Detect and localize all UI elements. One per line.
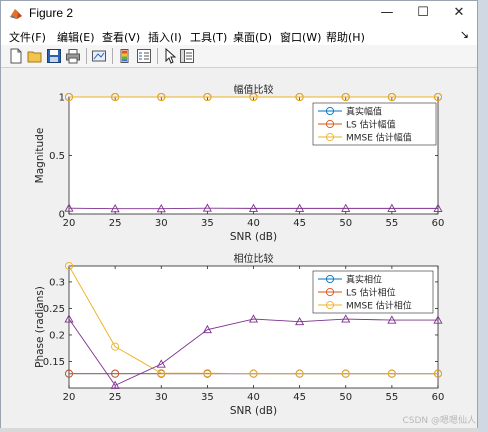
chart-1: 幅值比较20 25 30 35 40 45 50 55 6000.51SNR (dB)Magni… — [34, 83, 444, 243]
window-title: Figure 2 — [29, 6, 74, 20]
new-figure-icon[interactable] — [8, 48, 24, 64]
x-tick-label: 25 — [109, 218, 122, 229]
chart-title: 幅值比较 — [234, 83, 274, 96]
legend-entry: MMSE 估计幅值 — [346, 132, 412, 144]
legend: 真实相位LS 估计相位MMSE 估计相位 — [312, 270, 434, 314]
x-tick-label: 50 — [339, 392, 352, 403]
maximize-button[interactable]: ☐ — [405, 1, 441, 27]
x-tick-label: 50 — [339, 218, 352, 229]
menu-overflow-arrow-icon[interactable]: ↘ — [460, 28, 469, 41]
y-tick-label: 0 — [59, 210, 65, 221]
x-axis-label: SNR (dB) — [230, 405, 277, 417]
x-tick-label: 35 — [201, 218, 214, 229]
x-tick-label: 30 — [155, 218, 168, 229]
y-tick-label: 0.2 — [49, 330, 65, 341]
pointer-icon[interactable] — [162, 48, 178, 64]
toolbar — [1, 45, 477, 68]
x-tick-label: 45 — [293, 218, 306, 229]
menu-insert[interactable]: 插入(I) — [148, 29, 182, 45]
chart-title: 相位比较 — [234, 252, 274, 265]
legend-entry: 真实相位 — [346, 274, 382, 286]
x-tick-label: 40 — [247, 218, 260, 229]
watermark-text: CSDN @嗯嗯仙人 — [402, 416, 476, 426]
figure-plots: 幅值比较 20 25 30 35 40 45 50 55 60 0 0.5 1 SNR (dB) Magni… — [34, 83, 444, 417]
legend-entry: MMSE 估计相位 — [346, 300, 412, 312]
y-axis-label: Phase (radians) — [34, 286, 46, 368]
menu-bar: 文件(F) 编辑(E) 查看(V) 插入(I) 工具(T) 桌面(D) 窗口(W… — [1, 27, 477, 45]
legend: 真实幅值LS 估计幅值MMSE 估计幅值 — [312, 102, 437, 146]
figure-window: Figure 2 — ☐ ✕ 文件(F) 编辑(E) 查看(V) 插入(I) 工… — [0, 0, 478, 428]
y-tick-label: 1 — [59, 93, 65, 104]
x-tick-label: 30 — [155, 392, 168, 403]
matlab-icon — [10, 9, 22, 19]
menu-edit[interactable]: 编辑(E) — [57, 29, 95, 45]
x-tick-label: 60 — [432, 392, 445, 403]
x-tick-label: 60 — [432, 218, 445, 229]
close-button[interactable]: ✕ — [441, 1, 477, 27]
property-inspector-icon[interactable] — [179, 48, 195, 64]
legend-entry: 真实幅值 — [346, 106, 382, 118]
menu-help[interactable]: 帮助(H) — [326, 29, 365, 45]
x-tick-label: 55 — [386, 392, 399, 403]
legend-entry: LS 估计相位 — [346, 287, 396, 299]
save-icon[interactable] — [46, 48, 62, 64]
insert-colorbar-icon[interactable] — [117, 48, 133, 64]
y-tick-label: 0.5 — [49, 151, 65, 162]
menu-view[interactable]: 查看(V) — [102, 29, 140, 45]
x-tick-label: 45 — [293, 392, 306, 403]
y-tick-label: 0.3 — [49, 277, 65, 288]
x-tick-label: 40 — [247, 392, 260, 403]
print-icon[interactable] — [65, 48, 81, 64]
x-tick-label: 20 — [63, 392, 76, 403]
legend-entry: LS 估计幅值 — [346, 119, 396, 131]
toolbar-separator — [157, 48, 158, 64]
menu-desktop[interactable]: 桌面(D) — [233, 29, 272, 45]
title-bar[interactable]: Figure 2 — ☐ ✕ — [1, 1, 477, 27]
x-tick-label: 35 — [201, 392, 214, 403]
y-axis-label: Magnitude — [34, 128, 46, 184]
chart-2: 相位比较 20 25 30 35 40 45 50 55 60 0.15 0.2 0.25 0.3 SNR … — [34, 252, 444, 417]
menu-window[interactable]: 窗口(W) — [280, 29, 321, 45]
insert-legend-icon[interactable] — [136, 48, 152, 64]
open-file-icon[interactable] — [27, 48, 43, 64]
minimize-button[interactable]: — — [369, 1, 405, 27]
menu-file[interactable]: 文件(F) — [9, 29, 46, 45]
y-tick-label: 0.15 — [43, 357, 65, 368]
figure-canvas: 幅值比较 20 25 30 35 40 45 50 55 60 0 0.5 1 SNR (dB) Magni… — [1, 68, 477, 428]
toolbar-separator — [112, 48, 113, 64]
desktop-background — [478, 0, 488, 432]
x-tick-label: 55 — [386, 218, 399, 229]
x-axis-label: SNR (dB) — [230, 231, 277, 243]
toolbar-separator — [86, 48, 87, 64]
menu-tools[interactable]: 工具(T) — [190, 29, 227, 45]
link-plot-icon[interactable] — [91, 48, 107, 64]
x-tick-label: 25 — [109, 392, 122, 403]
y-tick-label: 0.25 — [43, 304, 65, 315]
